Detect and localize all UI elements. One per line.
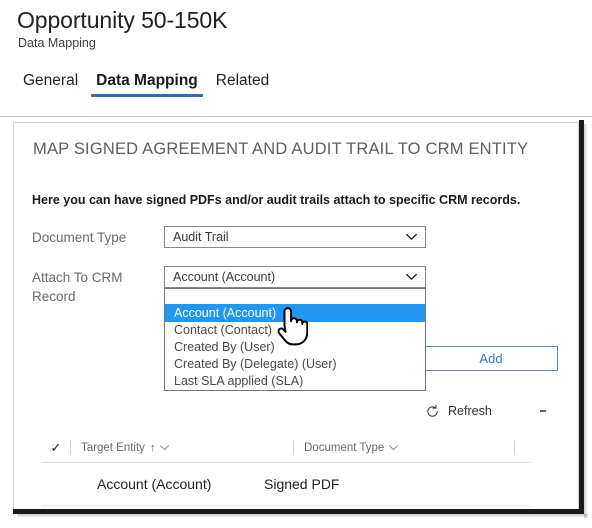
header-separator (514, 440, 515, 455)
overflow-dot (544, 410, 546, 412)
header-divider (0, 116, 592, 117)
document-type-label: Document Type (32, 230, 127, 245)
document-type-select[interactable]: Audit Trail (164, 226, 426, 248)
data-mapping-panel: MAP SIGNED AGREEMENT AND AUDIT TRAIL TO … (13, 122, 579, 512)
data-grid: ✓ Target Entity ↑ Document Type Account … (42, 433, 532, 506)
chevron-down-icon (406, 273, 417, 281)
dropdown-option-created-by-user[interactable]: Created By (User) (165, 339, 425, 356)
column-header-label: Target Entity (81, 441, 145, 454)
command-bar: Refresh (14, 398, 578, 430)
page-subtitle: Data Mapping (18, 36, 96, 50)
window-shadow-bottom (17, 514, 588, 518)
section-title: MAP SIGNED AGREEMENT AND AUDIT TRAIL TO … (33, 140, 529, 158)
refresh-button[interactable]: Refresh (425, 398, 492, 424)
checkmark-icon[interactable]: ✓ (42, 440, 70, 456)
page-header: Opportunity 50-150K Data Mapping General… (0, 0, 592, 117)
refresh-label: Refresh (448, 404, 492, 418)
attach-to-crm-record-select[interactable]: Account (Account) (164, 266, 426, 288)
page-title: Opportunity 50-150K (17, 7, 228, 33)
cell-document-type: Signed PDF (264, 476, 340, 492)
chevron-down-icon[interactable] (389, 444, 399, 451)
dropdown-option-account[interactable]: Account (Account) (165, 304, 425, 322)
cell-target-entity: Account (Account) (97, 476, 212, 492)
window-shadow-right (584, 124, 588, 518)
more-vertical-icon[interactable] (532, 398, 554, 424)
add-button[interactable]: Add (424, 346, 558, 371)
document-type-value: Audit Trail (173, 230, 229, 244)
attach-to-crm-record-value: Account (Account) (173, 270, 276, 284)
dropdown-option-last-sla-applied[interactable]: Last SLA applied (SLA) (165, 373, 425, 390)
tab-strip: General Data Mapping Related (14, 72, 278, 101)
dropdown-option-created-by-delegate-user[interactable]: Created By (Delegate) (User) (165, 356, 425, 373)
arrow-up-icon: ↑ (149, 441, 156, 454)
section-description: Here you can have signed PDFs and/or aud… (32, 193, 521, 207)
attach-to-crm-record-dropdown[interactable]: Account (Account) Contact (Contact) Crea… (164, 288, 426, 391)
tab-data-mapping[interactable]: Data Mapping (87, 72, 207, 101)
tab-related[interactable]: Related (207, 72, 278, 101)
column-header-label: Document Type (304, 441, 385, 454)
refresh-icon (425, 404, 440, 419)
chevron-down-icon[interactable] (160, 444, 170, 451)
grid-header-row: ✓ Target Entity ↑ Document Type (42, 433, 532, 463)
tab-general[interactable]: General (14, 72, 87, 101)
dropdown-option-contact[interactable]: Contact (Contact) (165, 322, 425, 339)
column-header-target-entity[interactable]: Target Entity ↑ (71, 442, 293, 454)
table-row[interactable]: Account (Account) Signed PDF (42, 463, 532, 506)
attach-to-crm-record-label: Attach To CRM Record (32, 270, 123, 304)
chevron-down-icon (406, 233, 417, 241)
dropdown-option-blank[interactable] (165, 289, 425, 304)
column-header-document-type[interactable]: Document Type (294, 442, 514, 454)
